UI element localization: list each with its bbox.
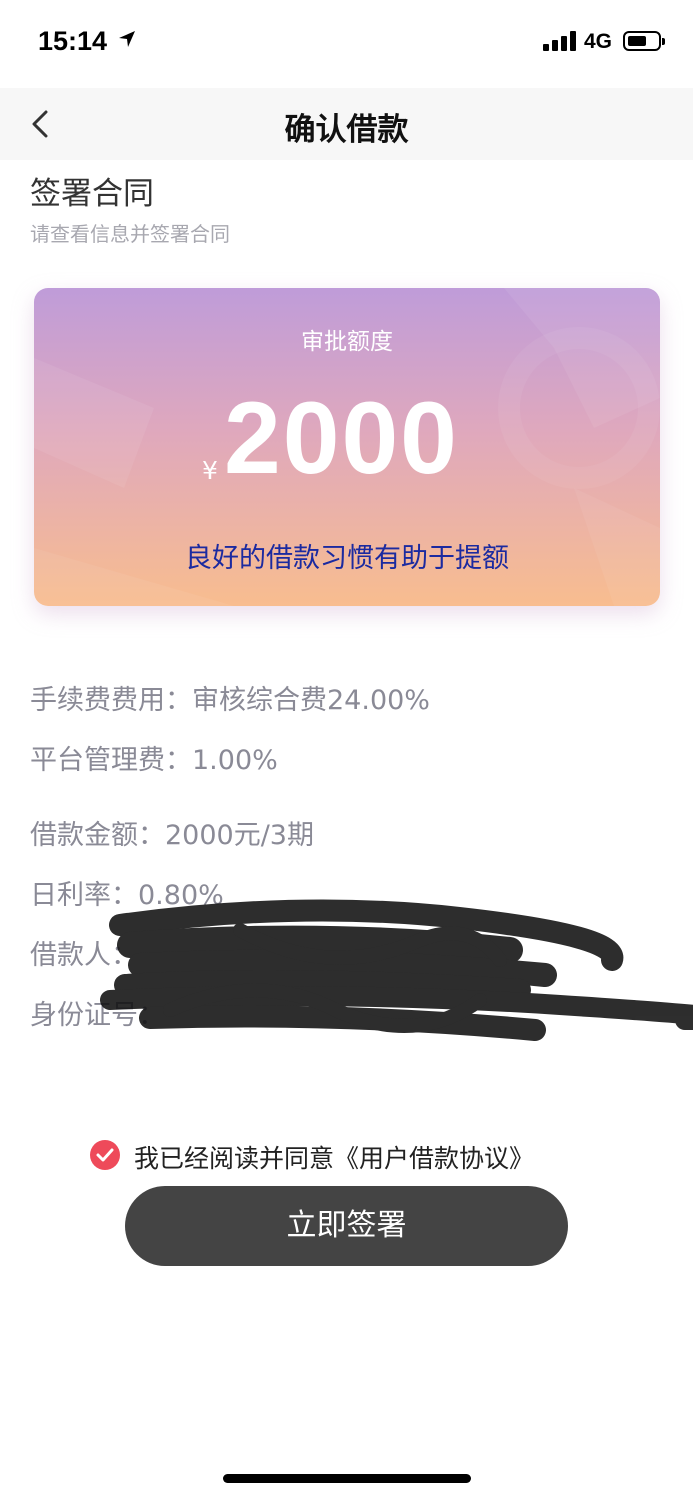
agreement-checkbox[interactable]	[90, 1140, 120, 1170]
check-icon	[96, 1148, 114, 1162]
agreement-text[interactable]: 我已经阅读并同意《用户借款协议》	[134, 1139, 534, 1175]
redaction-scribble	[100, 899, 693, 1041]
sign-now-button[interactable]: 立即签署	[125, 1186, 568, 1266]
home-indicator	[223, 1474, 471, 1483]
